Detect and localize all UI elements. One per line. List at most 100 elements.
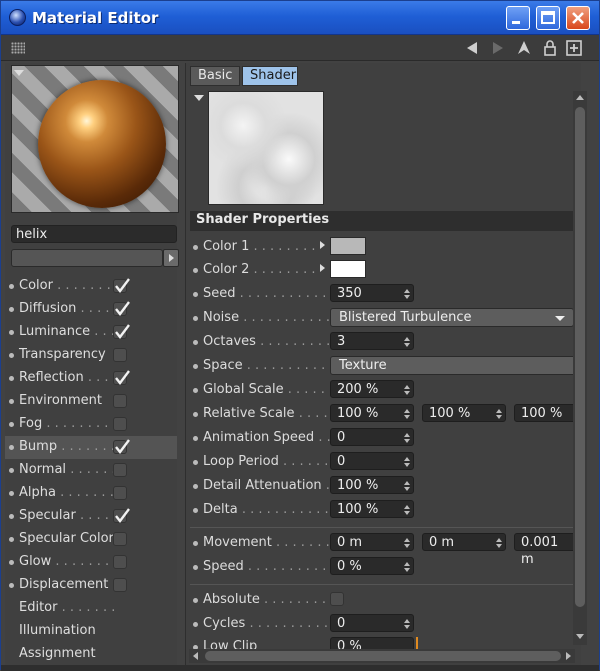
loop-period-field[interactable]: 0 <box>330 452 414 470</box>
shader-preview-menu-arrow-icon[interactable] <box>194 95 204 101</box>
channel-item[interactable]: Bump . . . . . . . <box>5 436 177 459</box>
animation-speed-field[interactable]: 0 <box>330 428 414 446</box>
channel-item[interactable]: Alpha . . . . . . . . <box>5 482 177 505</box>
octaves-field[interactable]: 3 <box>330 332 414 350</box>
forward-arrow-icon[interactable] <box>489 39 507 57</box>
spinner-arrows-icon[interactable] <box>404 561 410 573</box>
channel-item[interactable]: Transparency <box>5 344 177 367</box>
seed-field[interactable]: 350 <box>330 284 414 302</box>
spinner-arrows-icon[interactable] <box>404 504 410 516</box>
cycles-field[interactable]: 0 <box>330 614 414 632</box>
keyframe-dot[interactable] <box>193 622 198 627</box>
channel-checkbox[interactable] <box>113 394 127 408</box>
expand-arrow-icon[interactable] <box>320 241 325 249</box>
preview-menu-arrow-icon[interactable] <box>14 70 24 76</box>
keyframe-dot[interactable] <box>193 340 198 345</box>
scroll-left-icon[interactable] <box>191 651 201 661</box>
relative-scale-x-field[interactable]: 100 % <box>330 404 414 422</box>
movement-z-field[interactable]: 0.001 m <box>514 533 576 567</box>
channel-checkbox[interactable] <box>113 348 127 362</box>
channel-checkbox[interactable] <box>113 578 127 592</box>
keyframe-dot[interactable] <box>193 541 198 546</box>
channel-checkbox[interactable] <box>113 532 127 546</box>
channel-checkbox[interactable] <box>113 555 127 569</box>
keyframe-dot[interactable] <box>193 316 198 321</box>
channel-item[interactable]: Specular . . . . <box>5 505 177 528</box>
keyframe-dot[interactable] <box>193 245 198 250</box>
low-clip-slider-marker[interactable] <box>416 637 418 649</box>
global-scale-field[interactable]: 200 % <box>330 380 414 398</box>
color-2-swatch[interactable] <box>330 260 366 278</box>
back-arrow-icon[interactable] <box>463 39 481 57</box>
spinner-arrows-icon[interactable] <box>404 432 410 444</box>
spinner-arrows-icon[interactable] <box>404 384 410 396</box>
minimize-button[interactable] <box>506 6 530 30</box>
scroll-up-icon[interactable] <box>575 93 585 103</box>
channel-checkbox[interactable] <box>113 439 130 454</box>
channel-checkbox[interactable] <box>113 370 130 385</box>
keyframe-dot[interactable] <box>193 508 198 513</box>
relative-scale-y-field[interactable]: 100 % <box>422 404 506 422</box>
keyframe-dot[interactable] <box>193 364 198 369</box>
channel-item[interactable]: Fog . . . . . . . . . . <box>5 413 177 436</box>
maximize-button[interactable] <box>536 6 560 30</box>
preview-size-slider[interactable] <box>11 249 163 267</box>
channel-item[interactable]: Glow . . . . . . . . . <box>5 551 177 574</box>
spinner-arrows-icon[interactable] <box>404 618 410 630</box>
noise-dropdown[interactable]: Blistered Turbulence <box>330 308 574 327</box>
spinner-arrows-icon[interactable] <box>404 288 410 300</box>
spinner-arrows-icon[interactable] <box>496 408 502 420</box>
keyframe-dot[interactable] <box>193 292 198 297</box>
color-1-swatch[interactable] <box>330 237 366 255</box>
channel-checkbox[interactable] <box>113 508 130 523</box>
channel-item[interactable]: Editor . . . . . . . <box>5 597 177 620</box>
slider-arrow-button[interactable] <box>163 249 179 267</box>
horizontal-scrollbar[interactable] <box>189 649 575 663</box>
channel-item[interactable]: Displacement <box>5 574 177 597</box>
channel-checkbox[interactable] <box>113 301 130 316</box>
keyframe-dot[interactable] <box>193 598 198 603</box>
channel-checkbox[interactable] <box>113 324 130 339</box>
movement-x-field[interactable]: 0 m <box>330 533 414 551</box>
channel-checkbox[interactable] <box>113 463 127 477</box>
grip-handle-icon[interactable] <box>11 42 25 54</box>
lock-icon[interactable] <box>541 39 559 57</box>
low-clip-field[interactable]: 0 % <box>330 637 414 649</box>
detail-attenuation-field[interactable]: 100 % <box>330 476 414 494</box>
keyframe-dot[interactable] <box>193 565 198 570</box>
material-name-field[interactable]: helix <box>11 225 177 243</box>
close-button[interactable] <box>566 6 590 30</box>
spinner-arrows-icon[interactable] <box>404 336 410 348</box>
absolute-checkbox[interactable] <box>330 592 344 606</box>
channel-item[interactable]: Reflection . . . . <box>5 367 177 390</box>
channel-item[interactable]: Specular Color <box>5 528 177 551</box>
keyframe-dot[interactable] <box>193 388 198 393</box>
channel-item[interactable]: Normal . . . . . . . <box>5 459 177 482</box>
keyframe-dot[interactable] <box>193 436 198 441</box>
keyframe-dot[interactable] <box>193 484 198 489</box>
relative-scale-z-field[interactable]: 100 % <box>514 404 576 422</box>
channel-item[interactable]: Luminance . . . <box>5 321 177 344</box>
expand-arrow-icon[interactable] <box>320 264 325 272</box>
vertical-scroll-thumb[interactable] <box>575 107 585 607</box>
space-dropdown[interactable]: Texture <box>330 356 576 375</box>
tab-basic[interactable]: Basic <box>190 66 240 86</box>
up-arrow-icon[interactable] <box>515 39 533 57</box>
spinner-arrows-icon[interactable] <box>404 408 410 420</box>
channel-item[interactable]: Diffusion . . . . . <box>5 298 177 321</box>
movement-y-field[interactable]: 0 m <box>422 533 506 551</box>
spinner-arrows-icon[interactable] <box>404 456 410 468</box>
spinner-arrows-icon[interactable] <box>496 537 502 549</box>
channel-item[interactable]: Illumination <box>5 620 177 643</box>
channel-checkbox[interactable] <box>113 486 127 500</box>
scroll-right-icon[interactable] <box>563 651 573 661</box>
channel-checkbox[interactable] <box>113 417 127 431</box>
speed-field[interactable]: 0 % <box>330 557 414 575</box>
title-bar[interactable]: Material Editor <box>1 1 599 35</box>
channel-item[interactable]: Assignment <box>5 643 177 666</box>
new-window-icon[interactable] <box>565 39 583 57</box>
horizontal-scroll-thumb[interactable] <box>205 651 561 661</box>
vertical-scrollbar[interactable] <box>573 91 587 645</box>
keyframe-dot[interactable] <box>193 412 198 417</box>
channel-checkbox[interactable] <box>113 278 130 293</box>
